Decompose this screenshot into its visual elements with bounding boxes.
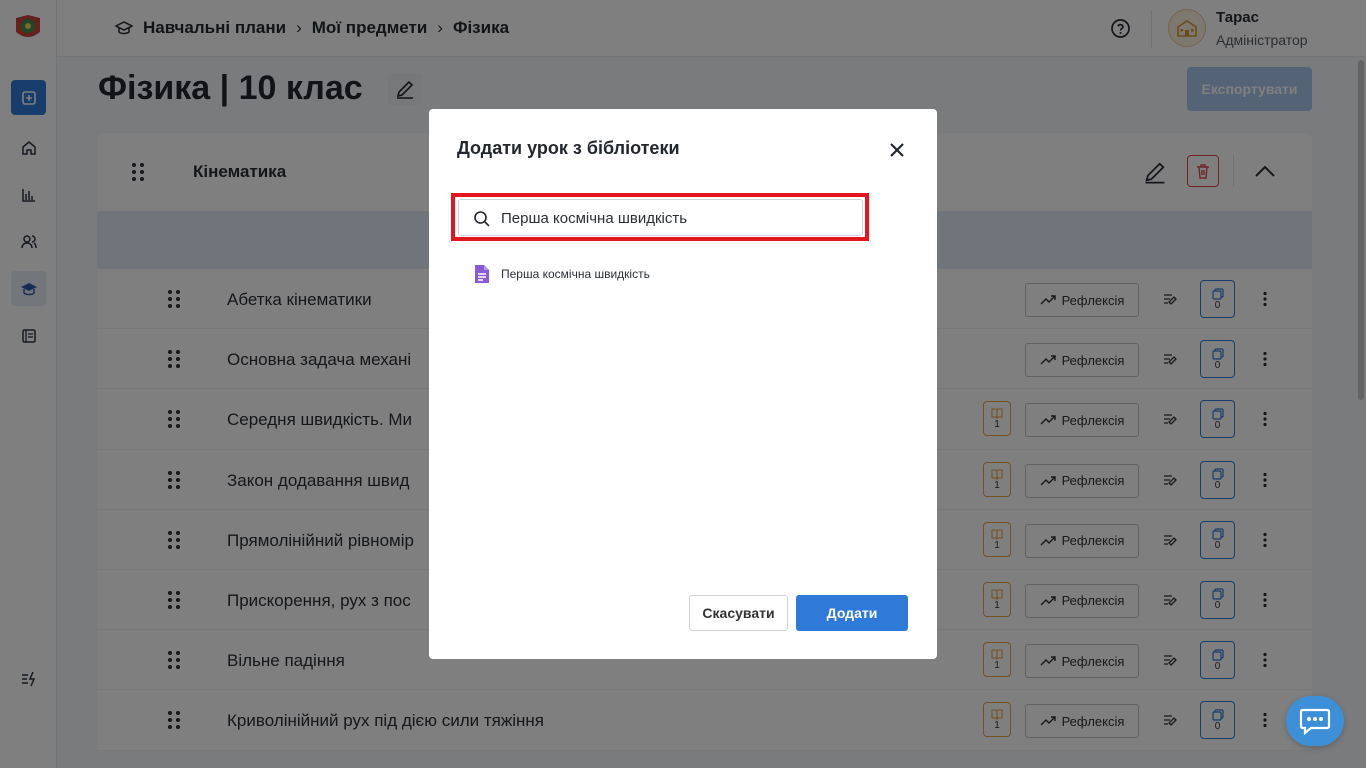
chat-icon <box>1299 708 1331 735</box>
add-lesson-dialog: Додати урок з бібліотеки Перша космічна … <box>429 109 937 659</box>
document-icon <box>475 265 489 283</box>
add-button[interactable]: Додати <box>796 595 908 631</box>
dialog-title: Додати урок з бібліотеки <box>457 138 680 158</box>
cancel-button[interactable]: Скасувати <box>689 595 788 631</box>
search-result-item[interactable]: Перша космічна швидкість <box>473 264 650 284</box>
search-field[interactable] <box>458 199 863 236</box>
search-result-label: Перша космічна швидкість <box>501 267 650 281</box>
search-input[interactable] <box>501 207 851 229</box>
chat-button[interactable] <box>1286 696 1344 746</box>
close-icon[interactable] <box>887 140 907 160</box>
search-icon <box>474 211 490 227</box>
